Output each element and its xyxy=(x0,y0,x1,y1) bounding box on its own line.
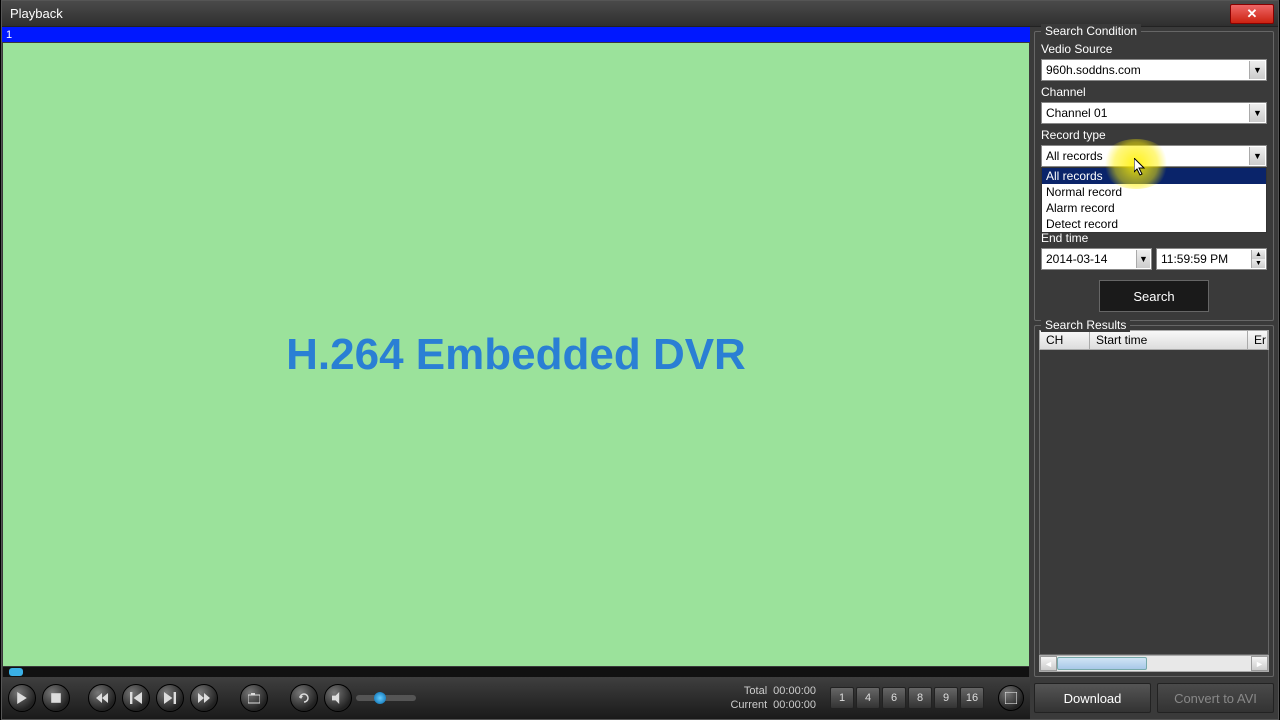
snapshot-button[interactable] xyxy=(240,684,268,712)
controls-bar: Total Current 00:00:00 00:00:00 1 4 6 8 … xyxy=(2,677,1030,719)
current-value: 00:00:00 xyxy=(773,698,816,712)
playback-window: Playback ✕ 1 H.264 Embedded DVR xyxy=(1,0,1279,720)
bottom-buttons: Download Convert to AVI xyxy=(1034,681,1274,715)
chevron-down-icon: ▼ xyxy=(1249,61,1265,79)
volume-slider[interactable] xyxy=(356,695,416,701)
current-label: Current xyxy=(730,698,767,712)
total-value: 00:00:00 xyxy=(773,684,816,698)
grid-16-button[interactable]: 16 xyxy=(960,687,984,709)
record-type-value: All records xyxy=(1046,149,1103,163)
chevron-down-icon: ▼ xyxy=(1136,250,1150,268)
video-source-value: 960h.soddns.com xyxy=(1046,63,1141,77)
col-ch[interactable]: CH xyxy=(1040,331,1090,349)
end-time-input[interactable]: 11:59:59 PM ▲▼ xyxy=(1156,248,1267,270)
convert-avi-button[interactable]: Convert to AVI xyxy=(1157,683,1274,713)
spin-down-icon: ▼ xyxy=(1251,259,1265,268)
camera-icon xyxy=(248,692,260,704)
window-title: Playback xyxy=(6,6,1230,21)
grid-6-button[interactable]: 6 xyxy=(882,687,906,709)
record-type-dropdown: All records Normal record Alarm record D… xyxy=(1041,167,1267,233)
results-table-body xyxy=(1039,350,1269,655)
rewind-icon xyxy=(96,692,108,704)
record-type-option-alarm[interactable]: Alarm record xyxy=(1042,200,1266,216)
play-button[interactable] xyxy=(8,684,36,712)
volume-thumb[interactable] xyxy=(374,692,386,704)
grid-8-button[interactable]: 8 xyxy=(908,687,932,709)
repeat-icon xyxy=(298,692,310,704)
search-results-title: Search Results xyxy=(1041,318,1130,332)
step-back-icon xyxy=(130,692,142,704)
time-spinner[interactable]: ▲▼ xyxy=(1251,250,1265,268)
rewind-button[interactable] xyxy=(88,684,116,712)
video-source-select[interactable]: 960h.soddns.com ▼ xyxy=(1041,59,1267,81)
grid-1-button[interactable]: 1 xyxy=(830,687,854,709)
fullscreen-icon xyxy=(1005,692,1017,704)
timeline-marker[interactable] xyxy=(9,668,23,676)
stop-icon xyxy=(50,692,62,704)
channel-label: Channel xyxy=(1041,85,1267,99)
end-date-value: 2014-03-14 xyxy=(1046,252,1107,266)
close-button[interactable]: ✕ xyxy=(1230,4,1274,24)
video-area[interactable]: H.264 Embedded DVR xyxy=(3,43,1029,666)
close-icon: ✕ xyxy=(1247,6,1258,22)
end-date-input[interactable]: 2014-03-14 ▼ xyxy=(1041,248,1152,270)
video-column: 1 H.264 Embedded DVR xyxy=(2,27,1030,719)
step-back-button[interactable] xyxy=(122,684,150,712)
results-table-header: CH Start time Er xyxy=(1039,330,1269,350)
scroll-track[interactable] xyxy=(1057,656,1251,671)
chevron-down-icon: ▼ xyxy=(1249,104,1265,122)
step-forward-icon xyxy=(164,692,176,704)
speaker-icon xyxy=(332,692,344,704)
record-type-select[interactable]: All records ▼ xyxy=(1041,145,1267,167)
repeat-button[interactable] xyxy=(290,684,318,712)
fast-forward-button[interactable] xyxy=(190,684,218,712)
stop-button[interactable] xyxy=(42,684,70,712)
step-forward-button[interactable] xyxy=(156,684,184,712)
record-type-option-normal[interactable]: Normal record xyxy=(1042,184,1266,200)
record-type-option-detect[interactable]: Detect record xyxy=(1042,216,1266,232)
channel-header: 1 xyxy=(2,27,1030,42)
channel-number: 1 xyxy=(6,29,12,41)
record-type-option-all[interactable]: All records xyxy=(1042,168,1266,184)
scroll-left-button[interactable]: ◄ xyxy=(1040,656,1057,671)
grid-9-button[interactable]: 9 xyxy=(934,687,958,709)
search-condition-title: Search Condition xyxy=(1041,24,1141,38)
grid-buttons: 1 4 6 8 9 16 xyxy=(830,687,984,709)
fast-forward-icon xyxy=(198,692,210,704)
download-button[interactable]: Download xyxy=(1034,683,1151,713)
search-results-wrap: Search Results CH Start time Er ◄ ► xyxy=(1034,325,1274,677)
sidebar: Search Condition Vedio Source 960h.soddn… xyxy=(1030,27,1278,719)
channel-value: Channel 01 xyxy=(1046,106,1107,120)
search-results-group: Search Results CH Start time Er ◄ ► xyxy=(1034,325,1274,677)
search-button[interactable]: Search xyxy=(1099,280,1209,312)
scroll-right-button[interactable]: ► xyxy=(1251,656,1268,671)
mute-button[interactable] xyxy=(324,684,352,712)
record-type-label: Record type xyxy=(1041,128,1267,142)
channel-select[interactable]: Channel 01 ▼ xyxy=(1041,102,1267,124)
end-time-value: 11:59:59 PM xyxy=(1161,252,1228,266)
body: 1 H.264 Embedded DVR xyxy=(2,27,1278,719)
total-label: Total xyxy=(730,684,767,698)
grid-4-button[interactable]: 4 xyxy=(856,687,880,709)
fullscreen-button[interactable] xyxy=(998,685,1024,711)
video-overlay-text: H.264 Embedded DVR xyxy=(286,330,746,380)
volume-control xyxy=(324,684,416,712)
time-display: Total Current 00:00:00 00:00:00 1 4 6 8 … xyxy=(730,684,1024,712)
play-icon xyxy=(16,692,28,704)
timeline[interactable] xyxy=(3,667,1029,677)
col-start-time[interactable]: Start time xyxy=(1090,331,1248,349)
end-time-label: End time xyxy=(1041,231,1267,245)
results-hscrollbar[interactable]: ◄ ► xyxy=(1039,655,1269,672)
col-end[interactable]: Er xyxy=(1248,331,1268,349)
search-condition-group: Search Condition Vedio Source 960h.soddn… xyxy=(1034,31,1274,321)
scroll-thumb[interactable] xyxy=(1057,657,1147,670)
video-source-label: Vedio Source xyxy=(1041,42,1267,56)
record-type-combo: All records ▼ All records Normal record … xyxy=(1041,145,1267,167)
chevron-down-icon: ▼ xyxy=(1249,147,1265,165)
spin-up-icon: ▲ xyxy=(1251,250,1265,259)
